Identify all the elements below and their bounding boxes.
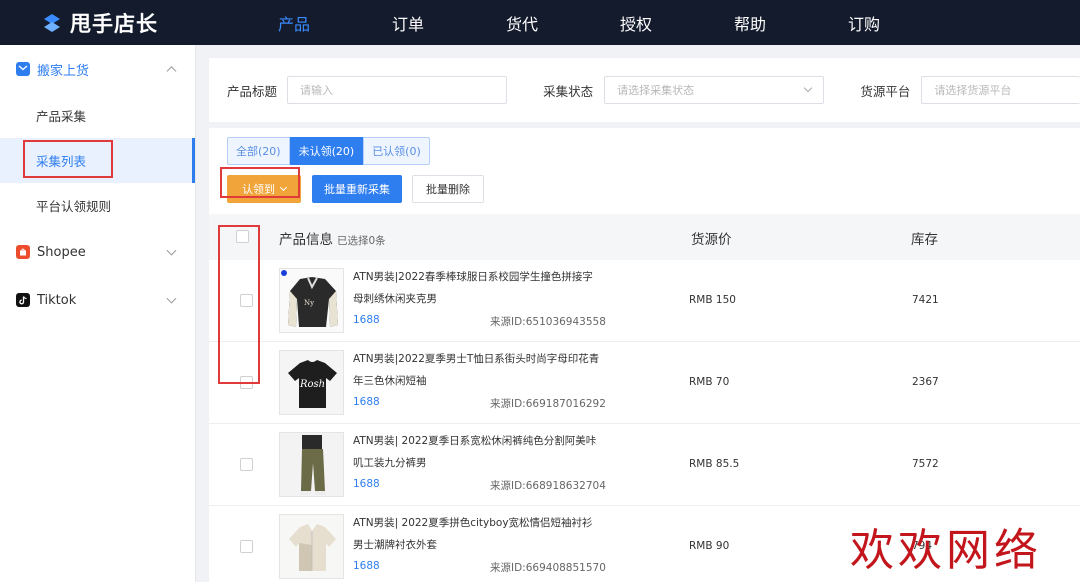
chevron-down-icon — [166, 293, 177, 304]
table-row: Ny ATN男装|2022春季棒球服日系校园学生撞色拼接字母刺绣休闲夹克男 16… — [209, 260, 1080, 342]
status-select[interactable]: 请选择采集状态 — [604, 76, 825, 104]
row-checkbox[interactable] — [240, 540, 253, 553]
row-checkbox[interactable] — [240, 294, 253, 307]
svg-text:Rosh: Rosh — [299, 379, 325, 390]
stock-count: 7572 — [912, 458, 939, 470]
sidebar: 搬家上货 产品采集 采集列表 平台认领规则 Shopee Tiktok — [0, 45, 196, 582]
sidebar-group-label: Shopee — [37, 244, 86, 260]
status-select-placeholder: 请选择采集状态 — [617, 84, 695, 97]
product-thumbnail[interactable] — [279, 514, 344, 579]
sidebar-item-product-collect[interactable]: 产品采集 — [0, 93, 195, 138]
source-id: 来源ID:669187016292 — [490, 398, 606, 410]
mail-icon — [16, 62, 30, 76]
product-title[interactable]: ATN男装|2022夏季男士T恤日系街头时尚字母印花青年三色休闲短袖 — [353, 348, 603, 392]
cargo-pants-image — [280, 433, 343, 496]
shopee-bag-icon — [16, 245, 30, 259]
sidebar-group-label: Tiktok — [37, 292, 77, 308]
watermark-text: 欢欢网络 — [850, 525, 1042, 576]
shirt-image — [280, 515, 343, 578]
new-indicator-dot — [281, 270, 287, 276]
product-title[interactable]: ATN男装| 2022夏季日系宽松休闲裤纯色分割阿美咔叽工装九分裤男 — [353, 430, 603, 474]
brand-s-icon — [44, 13, 60, 32]
top-navbar: 甩手店长 产品 订单 货代 授权 帮助 订购 — [0, 0, 1080, 45]
product-title[interactable]: ATN男装| 2022夏季拼色cityboy宽松情侣短袖衬衫男士潮牌衬衣外套 — [353, 512, 603, 556]
batch-delete-button[interactable]: 批量删除 — [412, 175, 484, 203]
nav-subscribe[interactable]: 订购 — [848, 11, 962, 35]
main-nav: 产品 订单 货代 授权 帮助 订购 — [278, 11, 962, 35]
col-product-label: 产品信息 — [279, 232, 333, 248]
tshirt-image: Rosh — [280, 351, 343, 414]
tab-unclaimed[interactable]: 未认领(20) — [289, 137, 364, 165]
claim-to-label: 认领到 — [242, 183, 275, 196]
chevron-up-icon — [166, 66, 177, 77]
stock-count: 7421 — [912, 294, 939, 306]
varsity-jacket-image: Ny — [288, 277, 338, 327]
product-title[interactable]: ATN男装|2022春季棒球服日系校园学生撞色拼接字母刺绣休闲夹克男 — [353, 266, 603, 310]
product-thumbnail[interactable]: Rosh — [279, 350, 344, 415]
source-id: 来源ID:668918632704 — [490, 480, 606, 492]
nav-orders[interactable]: 订单 — [392, 11, 506, 35]
product-thumbnail[interactable] — [279, 432, 344, 497]
source-platform-link[interactable]: 1688 — [353, 314, 380, 326]
tiktok-icon — [16, 293, 30, 307]
tab-claimed[interactable]: 已认领(0) — [363, 137, 430, 165]
title-filter-label: 产品标题 — [227, 83, 278, 99]
sidebar-group-move-listing[interactable]: 搬家上货 — [0, 45, 195, 93]
title-search-placeholder: 请输入 — [300, 84, 334, 97]
sidebar-group-tiktok[interactable]: Tiktok — [0, 276, 195, 324]
row-checkbox[interactable] — [240, 376, 253, 389]
brand[interactable]: 甩手店长 — [0, 8, 210, 38]
source-price: RMB 150 — [689, 294, 736, 306]
status-filter-label: 采集状态 — [543, 83, 594, 99]
platform-select-placeholder: 请选择货源平台 — [934, 84, 1012, 97]
claim-to-button[interactable]: 认领到 — [227, 175, 301, 203]
chevron-down-icon — [166, 245, 177, 256]
source-price: RMB 90 — [689, 540, 730, 552]
source-platform-link[interactable]: 1688 — [353, 396, 380, 408]
sidebar-item-claim-rules[interactable]: 平台认领规则 — [0, 183, 195, 228]
filter-panel: 产品标题 请输入 采集状态 请选择采集状态 货源平台 请选择货源平台 — [209, 58, 1080, 122]
selected-count: 已选择0条 — [337, 235, 386, 247]
col-stock: 库存 — [911, 232, 938, 248]
table-row: Rosh ATN男装|2022夏季男士T恤日系街头时尚字母印花青年三色休闲短袖 … — [209, 342, 1080, 424]
source-platform-link[interactable]: 1688 — [353, 560, 380, 572]
sidebar-group-label: 搬家上货 — [37, 63, 90, 79]
source-price: RMB 85.5 — [689, 458, 740, 470]
chevron-down-icon — [279, 183, 288, 192]
nav-products[interactable]: 产品 — [278, 11, 392, 35]
nav-forwarding[interactable]: 货代 — [506, 11, 620, 35]
nav-help[interactable]: 帮助 — [734, 11, 848, 35]
col-source-price: 货源价 — [691, 232, 732, 248]
chevron-down-icon — [804, 83, 813, 93]
source-id: 来源ID:651036943558 — [490, 316, 606, 328]
table-row: ATN男装| 2022夏季日系宽松休闲裤纯色分割阿美咔叽工装九分裤男 1688 … — [209, 424, 1080, 506]
batch-recollect-button[interactable]: 批量重新采集 — [312, 175, 402, 203]
nav-authorize[interactable]: 授权 — [620, 11, 734, 35]
sidebar-group-shopee[interactable]: Shopee — [0, 228, 195, 276]
table-header: 产品信息 已选择0条 货源价 库存 — [209, 214, 1080, 260]
sidebar-item-collect-list[interactable]: 采集列表 — [0, 138, 195, 183]
platform-filter-label: 货源平台 — [860, 83, 911, 99]
brand-name: 甩手店长 — [70, 11, 158, 36]
stock-count: 2367 — [912, 376, 939, 388]
product-thumbnail[interactable]: Ny — [279, 268, 344, 333]
title-search-input[interactable]: 请输入 — [287, 76, 508, 104]
svg-text:Ny: Ny — [304, 299, 314, 307]
source-id: 来源ID:669408851570 — [490, 562, 606, 574]
platform-select[interactable]: 请选择货源平台 — [921, 76, 1080, 104]
source-price: RMB 70 — [689, 376, 730, 388]
col-product-info: 产品信息 已选择0条 — [279, 228, 386, 248]
tab-all[interactable]: 全部(20) — [227, 137, 290, 165]
select-all-checkbox[interactable] — [236, 230, 249, 243]
source-platform-link[interactable]: 1688 — [353, 478, 380, 490]
status-tabs: 全部(20) 未认领(20) 已认领(0) — [227, 137, 430, 165]
row-checkbox[interactable] — [240, 458, 253, 471]
